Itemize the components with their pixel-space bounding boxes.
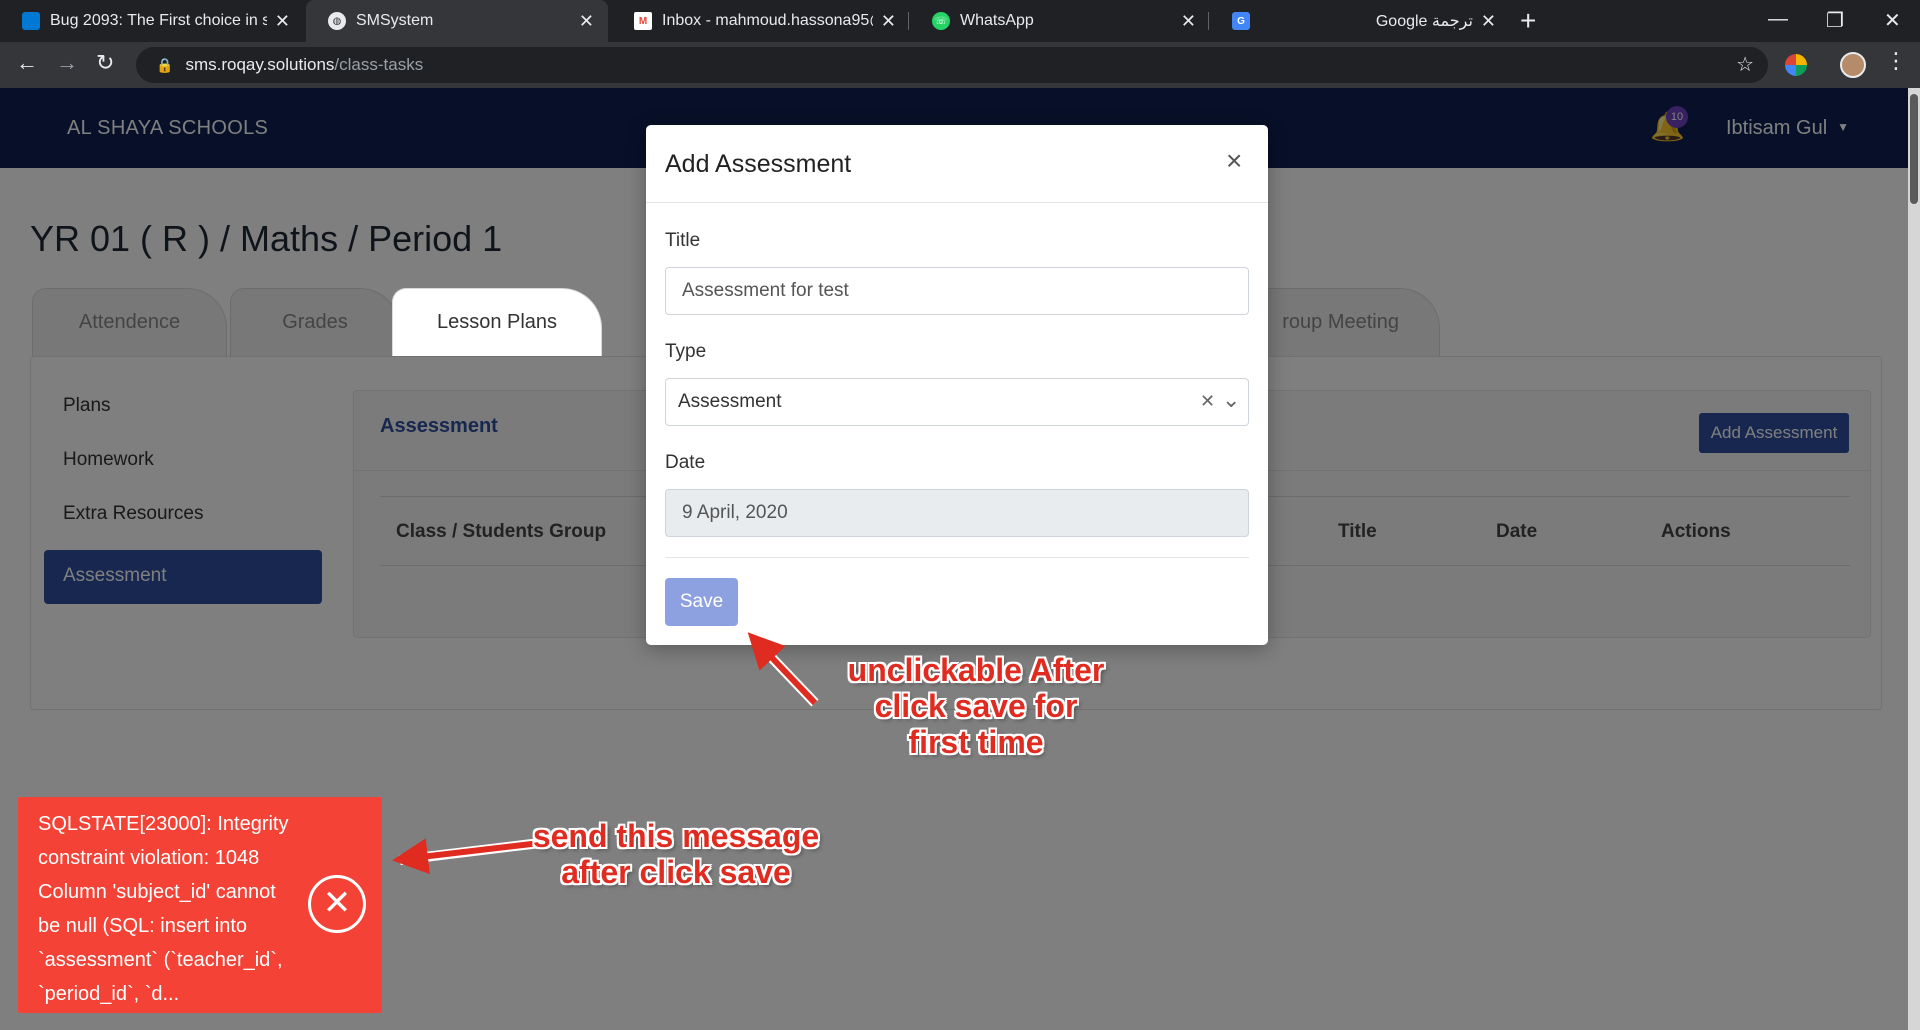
url-host: sms.roqay.solutions [185,55,335,74]
date-label: Date [665,452,706,473]
type-select[interactable]: Assessment ✕ ⌄ [665,378,1249,426]
error-toast[interactable]: SQLSTATE[23000]: Integrity constraint vi… [18,797,382,1013]
browser-tab-active[interactable]: ◍ SMSystem ✕ [306,0,608,42]
scrollbar-thumb[interactable] [1910,94,1918,204]
annotation-save-note: unclickable After click save for first t… [847,652,1105,760]
profile-avatar-icon[interactable] [1840,52,1866,78]
close-tab-icon[interactable]: ✕ [881,11,896,32]
modal-header: Add Assessment × [646,125,1268,203]
modal-title: Add Assessment [665,150,852,178]
browser-tab[interactable]: ☏ WhatsApp ✕ [910,0,1210,42]
url-text: sms.roqay.solutions/class-tasks [185,55,423,75]
close-tab-icon[interactable]: ✕ [579,11,594,32]
window-close-icon[interactable]: ✕ [1884,8,1901,33]
type-selected-value: Assessment [678,391,782,412]
address-bar[interactable]: 🔒 sms.roqay.solutions/class-tasks ☆ [136,47,1768,83]
restore-icon[interactable]: ❐ [1826,8,1844,33]
date-input[interactable]: 9 April, 2020 [665,489,1249,537]
browser-toolbar: ← → ↻ 🔒 sms.roqay.solutions/class-tasks … [0,42,1920,88]
new-tab-icon[interactable]: + [1520,6,1536,36]
tab-title: SMSystem [356,12,434,29]
close-tab-icon[interactable]: ✕ [1481,11,1496,32]
azure-devops-icon [22,12,40,30]
browser-tab[interactable]: M Inbox - mahmoud.hassona95@g ✕ [612,0,910,42]
clear-selection-icon[interactable]: ✕ [1200,391,1215,412]
tab-title: Google ترجمة [1375,13,1473,30]
annotation-toast-note: send this message after click save [532,818,820,890]
reload-icon[interactable]: ↻ [96,50,114,76]
modal-divider [665,557,1249,558]
tab-separator [908,12,909,30]
close-tab-icon[interactable]: ✕ [1181,11,1196,32]
minimize-icon[interactable]: — [1768,8,1788,31]
browser-tab[interactable]: G Google ترجمة ✕ [1210,0,1510,42]
tab-title: Bug 2093: The First choice in sele [50,12,267,29]
globe-icon: ◍ [328,12,346,30]
lock-icon: 🔒 [156,56,174,73]
browser-tab[interactable]: Bug 2093: The First choice in sele ✕ [0,0,304,42]
bookmark-star-icon[interactable]: ☆ [1736,52,1754,77]
extension-icon[interactable] [1785,54,1807,76]
close-icon[interactable]: × [1226,147,1242,175]
add-assessment-modal: Add Assessment × Title Assessment for te… [646,125,1268,645]
forward-icon[interactable]: → [56,50,78,76]
back-icon[interactable]: ← [16,50,38,76]
gmail-icon: M [634,12,652,30]
page-scrollbar[interactable] [1908,88,1920,1030]
browser-menu-icon[interactable]: ⋮ [1885,48,1907,74]
close-circle-icon[interactable]: ✕ [308,875,366,933]
save-button[interactable]: Save [665,578,738,626]
tab-separator [1208,12,1209,30]
type-label: Type [665,341,707,362]
google-translate-icon: G [1232,12,1250,30]
browser-tab-bar: Bug 2093: The First choice in sele ✕ ◍ S… [0,0,1920,42]
chevron-down-icon[interactable]: ⌄ [1222,387,1240,413]
error-message: SQLSTATE[23000]: Integrity constraint vi… [38,813,289,1005]
tab-title: WhatsApp [960,12,1034,29]
url-path: /class-tasks [334,55,424,74]
title-input[interactable]: Assessment for test [665,267,1249,315]
tab-lesson-plans[interactable]: Lesson Plans [392,288,602,356]
tab-title: Inbox - mahmoud.hassona95@g [662,12,873,29]
title-label: Title [665,230,701,251]
whatsapp-icon: ☏ [932,12,950,30]
close-tab-icon[interactable]: ✕ [275,11,290,32]
